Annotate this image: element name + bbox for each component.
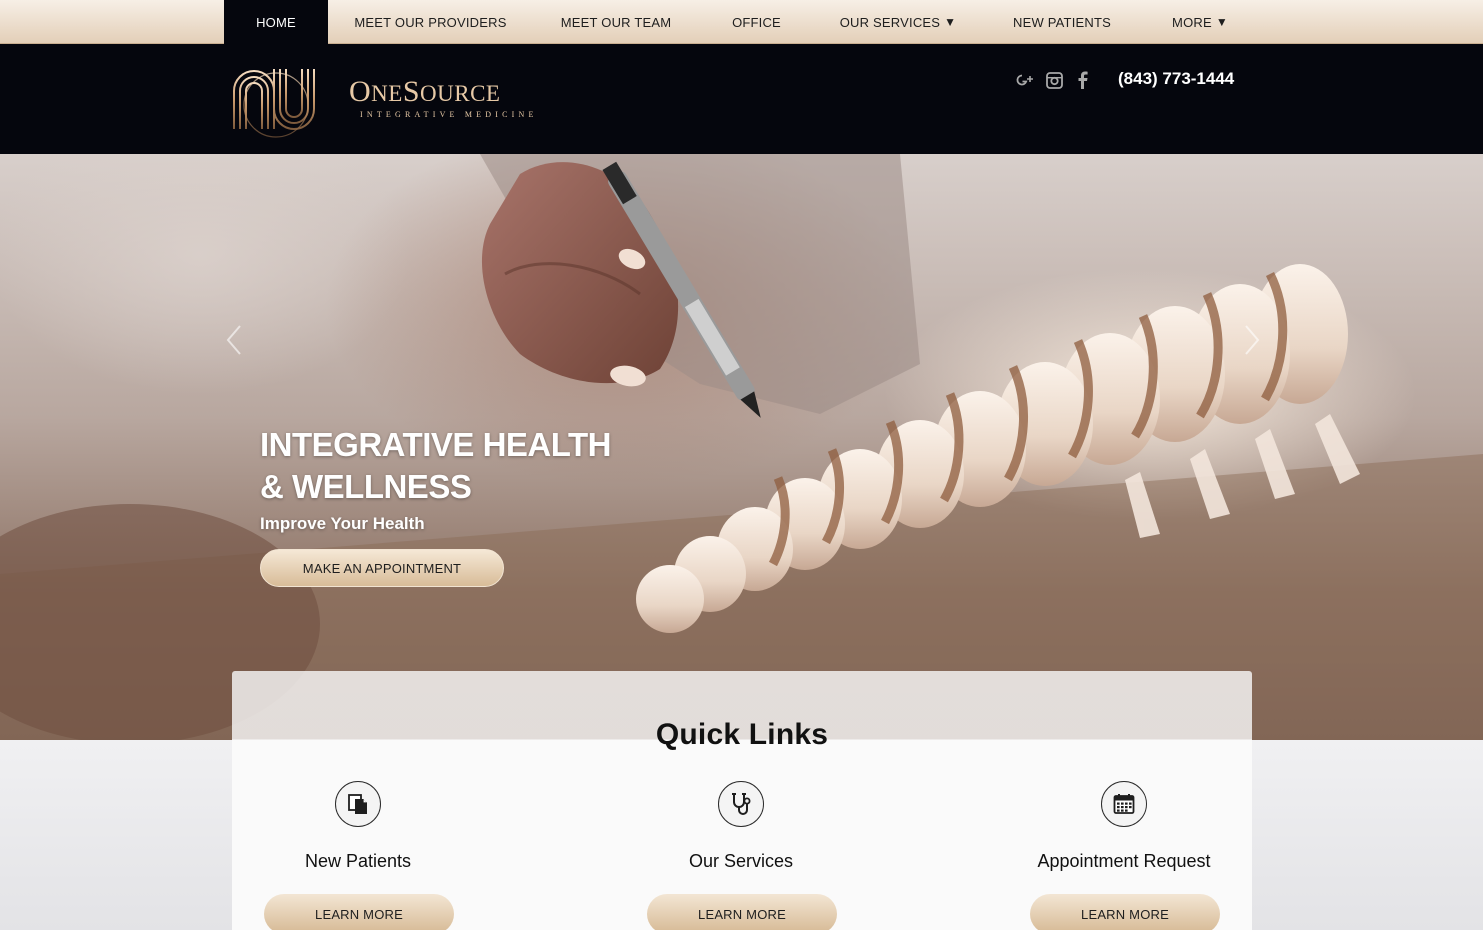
logo-tagline: INTEGRATIVE MEDICINE xyxy=(360,110,538,119)
site-header: ONESOURCE INTEGRATIVE MEDICINE (843) 773… xyxy=(0,44,1483,154)
carousel-next-arrow[interactable] xyxy=(1240,322,1264,358)
quick-link-label: Appointment Request xyxy=(1037,851,1211,871)
top-nav: HOME MEET OUR PROVIDERS MEET OUR TEAM OF… xyxy=(0,0,1483,44)
nav-more[interactable]: MORE ▼ xyxy=(1142,0,1258,44)
logo-letter-o: O xyxy=(349,75,372,108)
quick-links-panel: Quick Links New Patients LEARN MORE Our … xyxy=(232,671,1252,930)
nav-meet-our-team[interactable]: MEET OUR TEAM xyxy=(533,0,699,44)
nav-meet-our-providers[interactable]: MEET OUR PROVIDERS xyxy=(328,0,533,44)
hero-title: INTEGRATIVE HEALTH & WELLNESS xyxy=(260,426,611,505)
learn-more-button[interactable]: LEARN MORE xyxy=(264,894,454,930)
chevron-down-icon: ▼ xyxy=(944,15,957,29)
nav-office[interactable]: OFFICE xyxy=(699,0,814,44)
quick-link-label: Our Services xyxy=(688,851,794,871)
google-plus-icon[interactable] xyxy=(1015,70,1035,90)
quick-link-new-patients: New Patients LEARN MORE xyxy=(232,671,492,930)
logo-letters-ource: OURCE xyxy=(420,81,501,106)
facebook-icon[interactable] xyxy=(1073,70,1093,90)
nav-new-patients-label: NEW PATIENTS xyxy=(1013,14,1111,30)
make-appointment-button[interactable]: MAKE AN APPOINTMENT xyxy=(260,549,504,587)
nav-more-label: MORE xyxy=(1172,14,1212,30)
nav-team-label: MEET OUR TEAM xyxy=(560,14,672,30)
quick-link-label: New Patients xyxy=(304,851,412,871)
logo-wordmark[interactable]: ONESOURCE xyxy=(349,75,500,109)
chevron-down-icon: ▼ xyxy=(1215,15,1228,29)
phone-number[interactable]: (843) 773-1444 xyxy=(1118,69,1234,89)
stethoscope-icon[interactable] xyxy=(718,781,764,827)
carousel-prev-arrow[interactable] xyxy=(222,322,246,358)
nav-new-patients[interactable]: NEW PATIENTS xyxy=(982,0,1142,44)
nav-home[interactable]: HOME xyxy=(224,0,328,44)
nav-services-label: OUR SERVICES xyxy=(839,14,941,30)
hero-subtitle: Improve Your Health xyxy=(260,514,425,533)
nav-providers-label: MEET OUR PROVIDERS xyxy=(354,14,507,30)
calendar-icon[interactable] xyxy=(1101,781,1147,827)
nav-home-label: HOME xyxy=(256,14,296,30)
quick-link-appointment-request: Appointment Request LEARN MORE xyxy=(998,671,1258,930)
logo-letter-s: S xyxy=(402,75,421,108)
nav-our-services[interactable]: OUR SERVICES ▼ xyxy=(814,0,982,44)
documents-icon[interactable] xyxy=(335,781,381,827)
instagram-icon[interactable] xyxy=(1044,70,1064,90)
logo-icon[interactable] xyxy=(230,61,326,139)
spine-model-image xyxy=(0,154,1483,740)
hero-banner: INTEGRATIVE HEALTH & WELLNESS Improve Yo… xyxy=(0,154,1483,740)
logo-letters-ne: NE xyxy=(371,81,403,106)
quick-link-our-services: Our Services LEARN MORE xyxy=(615,671,875,930)
learn-more-button[interactable]: LEARN MORE xyxy=(647,894,837,930)
nav-office-label: OFFICE xyxy=(732,14,781,30)
learn-more-button[interactable]: LEARN MORE xyxy=(1030,894,1220,930)
